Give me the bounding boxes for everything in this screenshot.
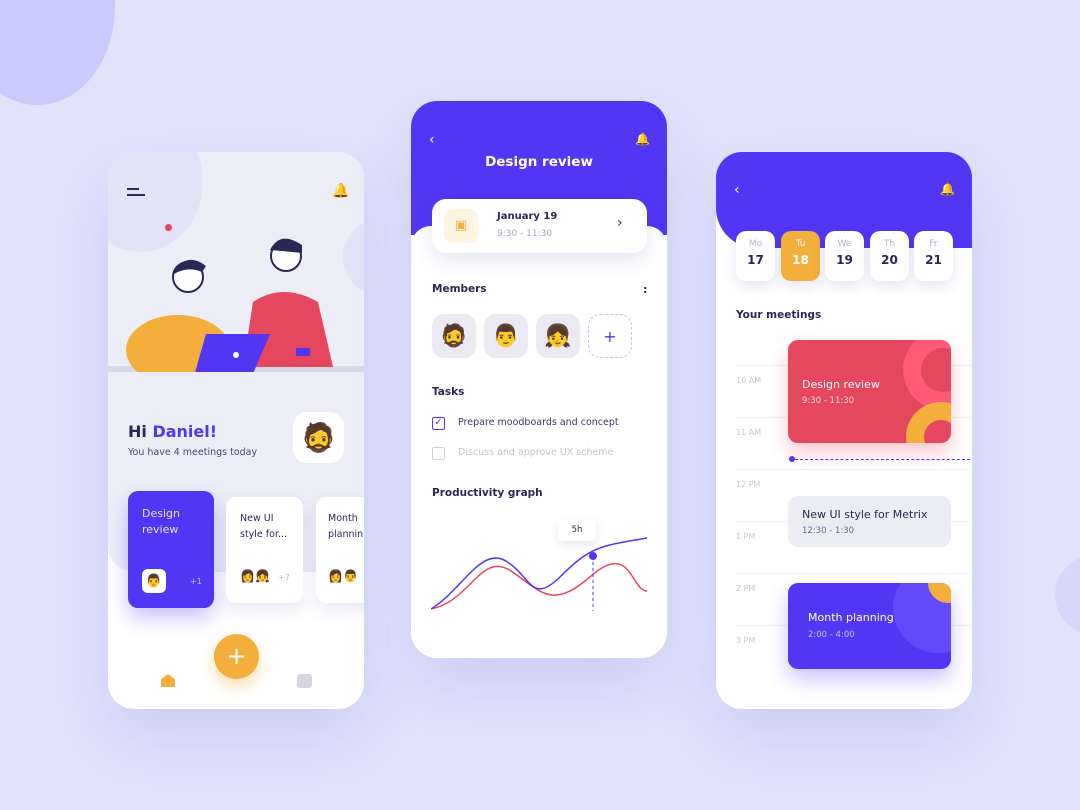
member-avatars: 👩👧 — [240, 569, 270, 583]
meeting-time: 12:30 - 1:30 — [802, 526, 855, 536]
meetings-heading: Your meetings — [736, 309, 822, 321]
day-chip-selected[interactable]: Tu 18 — [781, 231, 820, 281]
member-avatar[interactable]: 👧 — [536, 314, 580, 358]
meeting-title: New UI style for Metrix — [802, 508, 928, 521]
hour-label: 2 PM — [736, 584, 756, 593]
hour-label: 3 PM — [736, 636, 756, 645]
calendar-icon[interactable] — [297, 674, 312, 688]
add-meeting-button[interactable]: + — [214, 634, 259, 679]
card-title: review — [142, 523, 179, 536]
meeting-title: Design review — [802, 378, 880, 391]
task-label: Prepare moodboards and concept — [458, 417, 619, 428]
hour-label: 12 PM — [736, 480, 761, 489]
meeting-card-month-planning[interactable]: Month plannin 👩👨 — [316, 497, 364, 603]
meeting-card-design-review[interactable]: Design review 9:30 - 11:30 — [788, 340, 951, 443]
day-chip[interactable]: We 19 — [825, 231, 864, 281]
chevron-right-icon: › — [617, 215, 623, 231]
extra-count: +1 — [190, 577, 202, 586]
meeting-card-new-ui[interactable]: New UI style for... 👩👧 +7 — [226, 497, 303, 603]
extra-count: +7 — [278, 573, 290, 582]
meeting-detail-screen: ‹ 🔔 Design review ▣ January 19 9:30 - 11… — [411, 101, 667, 658]
add-member-button[interactable]: + — [588, 314, 632, 358]
bell-icon[interactable]: 🔔 — [635, 133, 650, 145]
bell-icon[interactable]: 🔔 — [332, 184, 349, 198]
day-chip[interactable]: Mo 17 — [736, 231, 775, 281]
card-title: plannin — [328, 529, 364, 540]
back-icon[interactable]: ‹ — [734, 183, 740, 197]
graph-heading: Productivity graph — [432, 487, 543, 499]
meeting-title: Month planning — [808, 611, 894, 624]
card-title: New UI — [240, 513, 274, 524]
home-icon[interactable] — [161, 674, 175, 687]
meeting-card-new-ui[interactable]: New UI style for Metrix 12:30 - 1:30 — [788, 496, 951, 547]
member-avatar[interactable]: 👨 — [484, 314, 528, 358]
greeting: Hi Daniel! — [128, 422, 217, 441]
back-icon[interactable]: ‹ — [429, 133, 435, 147]
home-screen: 🔔 Hi Daniel! You have 4 meetings today 🧔… — [108, 152, 364, 709]
day-chip[interactable]: Th 20 — [870, 231, 909, 281]
user-avatar[interactable]: 🧔 — [293, 412, 344, 463]
graph-tooltip: 5h — [558, 519, 596, 541]
member-avatar[interactable]: 🧔 — [432, 314, 476, 358]
meetings-summary: You have 4 meetings today — [128, 447, 258, 458]
user-name: Daniel! — [152, 422, 218, 441]
more-icon[interactable]: : — [643, 283, 647, 296]
greeting-prefix: Hi — [128, 422, 153, 441]
hour-label: 10 AM — [736, 376, 762, 385]
series-line-red — [431, 562, 648, 610]
page-title: Design review — [485, 154, 593, 170]
member-avatar: 👨 — [142, 569, 166, 593]
task-label: Discuss and approve UX scheme — [458, 447, 614, 458]
meeting-time: 9:30 - 11:30 — [497, 229, 553, 239]
team-illustration — [108, 238, 364, 372]
schedule-screen: ‹ 🔔 Mo 17 Tu 18 We 19 Th 20 Fr 21 Your meetin… — [716, 152, 972, 709]
meeting-time: 9:30 - 11:30 — [802, 396, 855, 406]
decorative-blob — [0, 0, 115, 105]
meeting-time: 2:00 - 4:00 — [808, 630, 855, 640]
card-title: style for... — [240, 529, 288, 540]
meeting-card-design-review[interactable]: Design review 👨 +1 — [128, 491, 214, 608]
meeting-date: January 19 — [497, 211, 558, 222]
meeting-card-month-planning[interactable]: Month planning 2:00 - 4:00 — [788, 583, 951, 669]
tasks-heading: Tasks — [432, 386, 465, 398]
members-heading: Members — [432, 283, 487, 295]
decorative-blob — [1055, 555, 1080, 635]
series-line-purple — [431, 537, 648, 610]
member-avatars: 👩👨 — [328, 569, 358, 583]
menu-icon[interactable] — [127, 188, 145, 196]
task-checkbox[interactable] — [432, 447, 445, 460]
productivity-graph — [431, 537, 648, 611]
calendar-icon: ▣ — [444, 209, 478, 243]
card-title: Design — [142, 507, 180, 520]
date-card[interactable]: ▣ January 19 9:30 - 11:30 › — [432, 199, 647, 253]
hour-label: 1 PM — [736, 532, 756, 541]
hour-label: 11 AM — [736, 428, 762, 437]
task-checkbox-checked[interactable]: ✓ — [432, 417, 445, 430]
card-title: Month — [328, 513, 358, 524]
day-chip[interactable]: Fr 21 — [914, 231, 953, 281]
bell-icon[interactable]: 🔔 — [940, 183, 955, 195]
